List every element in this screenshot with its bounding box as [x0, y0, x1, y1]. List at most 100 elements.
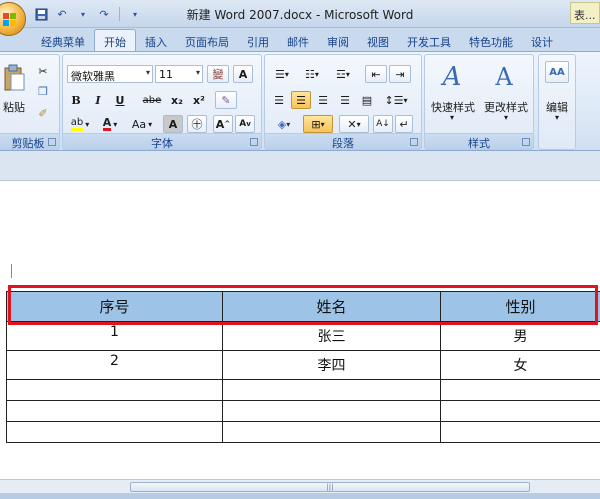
borders-icon[interactable]: ⊞ ▾	[303, 115, 333, 133]
align-left-icon[interactable]: ☰	[269, 91, 289, 109]
tab-special-features[interactable]: 特色功能	[460, 30, 522, 52]
find-icon[interactable]: AA	[545, 61, 569, 83]
document-table[interactable]: 序号 姓名 性别 1 张三 男 2 李四 女	[6, 291, 600, 443]
phonetic-guide-button[interactable]: 變	[207, 65, 229, 83]
multilevel-list-icon[interactable]: ☲ ▾	[329, 65, 357, 83]
styles-group-label: 样式	[425, 133, 533, 150]
tab-developer[interactable]: 开发工具	[398, 30, 460, 52]
bold-button[interactable]: B	[67, 91, 85, 109]
status-bar	[0, 493, 600, 499]
table-cell[interactable]: 张三	[222, 321, 441, 351]
chevron-down-icon[interactable]: ▾	[445, 113, 459, 122]
table-cell[interactable]	[6, 400, 223, 422]
paragraph-group-label: 段落	[265, 133, 421, 150]
decrease-indent-icon[interactable]: ⇤	[365, 65, 387, 83]
grow-font-label: A	[215, 117, 225, 131]
tab-mailings[interactable]: 邮件	[278, 30, 318, 52]
window-title: 新建 Word 2007.docx - Microsoft Word	[186, 8, 414, 22]
table-cell[interactable]: 女	[440, 350, 600, 380]
table-cell[interactable]	[440, 421, 600, 443]
shrink-font-button[interactable]: Av	[235, 115, 255, 133]
tab-review[interactable]: 审阅	[318, 30, 358, 52]
styles-launcher-icon[interactable]	[522, 138, 530, 146]
sort-icon[interactable]: A↓	[373, 115, 393, 133]
format-painter-icon[interactable]: ✐	[35, 105, 51, 121]
shading-icon[interactable]: ◈ ▾	[269, 115, 299, 133]
distributed-icon[interactable]: ▤	[357, 91, 377, 109]
table-cell[interactable]: 男	[440, 321, 600, 351]
paragraph-group: ☰ ▾ ☷ ▾ ☲ ▾ ⇤ ⇥ ☰ ☰ ☰ ☰ ▤ ↕☰ ▾ ◈ ▾ ⊞ ▾ ✕ ▾ A↓ ↵…	[264, 54, 422, 150]
office-logo-icon	[3, 13, 17, 27]
font-name-select[interactable]: 微软雅黑 ▾	[67, 65, 153, 83]
change-styles-icon[interactable]: A	[489, 61, 519, 93]
numbering-icon[interactable]: ☷ ▾	[299, 65, 325, 83]
table-row[interactable]: 1 张三 男	[6, 321, 600, 351]
table-cell[interactable]	[222, 421, 441, 443]
horizontal-scrollbar[interactable]: |||	[0, 479, 600, 493]
table-cell[interactable]: 2	[6, 350, 223, 380]
header-cell-name[interactable]: 姓名	[222, 291, 441, 322]
italic-button[interactable]: I	[89, 91, 107, 109]
quick-styles-icon[interactable]: A	[437, 61, 467, 93]
table-cell[interactable]	[6, 379, 223, 401]
tab-home[interactable]: 开始	[94, 29, 136, 52]
table-cell[interactable]	[440, 379, 600, 401]
header-cell-gender[interactable]: 性别	[440, 291, 600, 322]
chevron-down-icon[interactable]: ▾	[550, 113, 564, 122]
change-case-button[interactable]: Aa ▾	[127, 115, 157, 133]
paste-label[interactable]: 粘贴	[0, 99, 29, 115]
table-row[interactable]	[6, 400, 600, 422]
table-cell[interactable]	[6, 421, 223, 443]
cut-icon[interactable]: ✂	[35, 63, 51, 79]
highlight-color-icon[interactable]: ab ▾	[67, 115, 93, 133]
char-shading-button[interactable]: A	[163, 115, 183, 133]
grow-font-button[interactable]: A ^	[213, 115, 233, 133]
copy-icon[interactable]: ❐	[35, 83, 51, 99]
font-group: 微软雅黑 ▾ 11 ▾ 變 A B I U abe x₂ x² ✎ ab ▾ A ▾ A…	[62, 54, 262, 150]
tab-page-layout[interactable]: 页面布局	[176, 30, 238, 52]
tab-design[interactable]: 设计	[522, 30, 562, 52]
tab-classic-menu[interactable]: 经典菜单	[32, 30, 94, 52]
clipboard-launcher-icon[interactable]	[48, 138, 56, 146]
enclose-char-icon[interactable]: ㊉	[187, 115, 207, 133]
scrollbar-thumb[interactable]: |||	[130, 482, 530, 492]
strikethrough-button[interactable]: abe	[139, 91, 165, 109]
font-color-icon[interactable]: A ▾	[97, 115, 123, 133]
char-border-button[interactable]: A	[233, 65, 253, 83]
table-row[interactable]	[6, 421, 600, 443]
table-cell[interactable]	[440, 400, 600, 422]
table-cell[interactable]: 1	[6, 321, 223, 351]
table-cell[interactable]	[222, 379, 441, 401]
table-row[interactable]	[6, 379, 600, 401]
table-header-row[interactable]: 序号 姓名 性别	[6, 291, 600, 322]
tab-view[interactable]: 视图	[358, 30, 398, 52]
justify-icon[interactable]: ☰	[335, 91, 355, 109]
table-cell[interactable]: 李四	[222, 350, 441, 380]
ruler-area	[0, 151, 600, 181]
bullets-icon[interactable]: ☰ ▾	[269, 65, 295, 83]
ribbon: 粘贴 ✂ ❐ ✐ 剪贴板 微软雅黑 ▾ 11 ▾ 變 A B I U abe x₂ …	[0, 51, 600, 151]
increase-indent-icon[interactable]: ⇥	[389, 65, 411, 83]
font-launcher-icon[interactable]	[250, 138, 258, 146]
align-center-icon[interactable]: ☰	[291, 91, 311, 109]
tab-references[interactable]: 引用	[238, 30, 278, 52]
clear-formatting-icon[interactable]: ✎	[215, 91, 237, 109]
show-marks-icon[interactable]: ↵	[395, 115, 413, 133]
chevron-down-icon[interactable]: ▾	[499, 113, 513, 122]
table-row[interactable]: 2 李四 女	[6, 350, 600, 380]
table-cell[interactable]	[222, 400, 441, 422]
underline-button[interactable]: U	[111, 91, 129, 109]
asian-layout-icon[interactable]: ✕ ▾	[339, 115, 369, 133]
font-size-select[interactable]: 11 ▾	[155, 65, 203, 83]
tab-insert[interactable]: 插入	[136, 30, 176, 52]
paste-button[interactable]	[1, 61, 27, 95]
paragraph-launcher-icon[interactable]	[410, 138, 418, 146]
styles-group: A 快速样式 A 更改样式 ▾ ▾ 样式	[424, 54, 534, 150]
clipboard-group: 粘贴 ✂ ❐ ✐ 剪贴板	[0, 54, 60, 150]
subscript-button[interactable]: x₂	[167, 91, 187, 109]
superscript-button[interactable]: x²	[189, 91, 209, 109]
line-spacing-icon[interactable]: ↕☰ ▾	[381, 91, 411, 109]
header-cell-index[interactable]: 序号	[6, 291, 223, 322]
align-right-icon[interactable]: ☰	[313, 91, 333, 109]
change-case-label: Aa	[131, 117, 147, 131]
